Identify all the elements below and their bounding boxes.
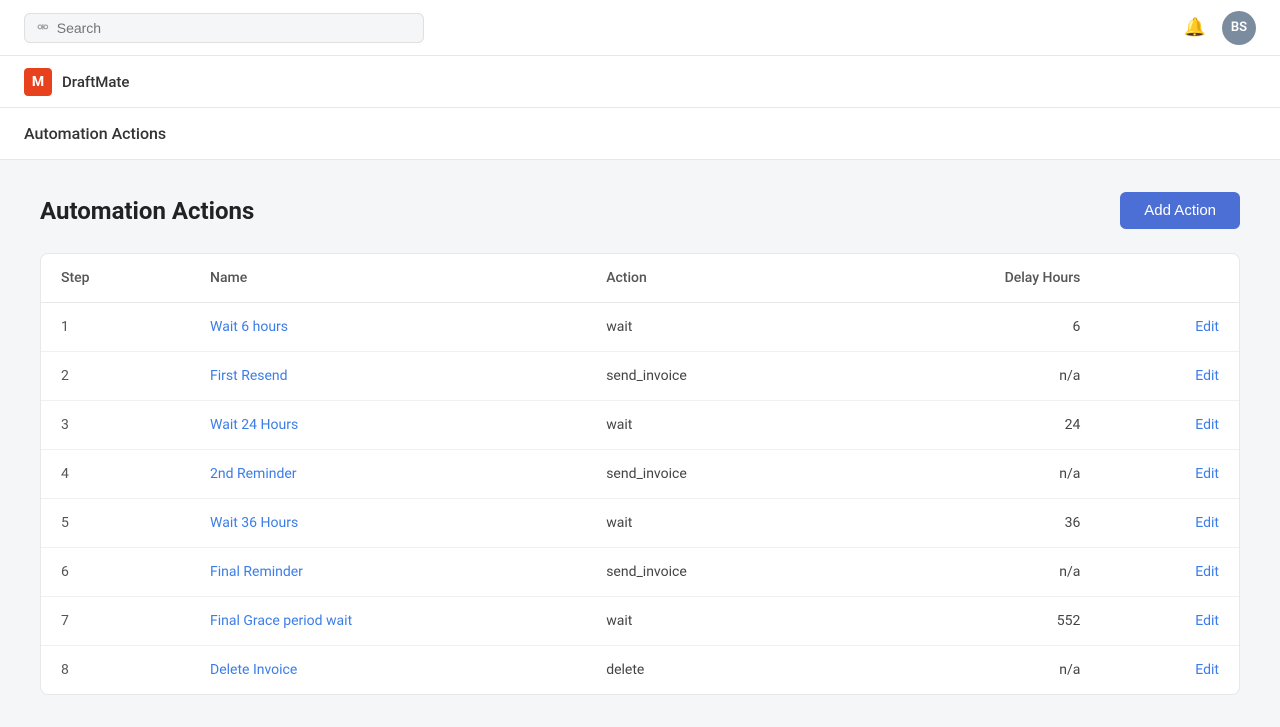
col-header-name: Name bbox=[190, 254, 586, 303]
table-body: 1 Wait 6 hours wait 6 Edit 2 First Resen… bbox=[41, 303, 1239, 695]
search-container: ⚮ bbox=[24, 13, 424, 43]
avatar[interactable]: BS bbox=[1222, 11, 1256, 45]
edit-link[interactable]: Edit bbox=[1195, 319, 1219, 335]
cell-name: Wait 24 Hours bbox=[190, 401, 586, 450]
table-row: 1 Wait 6 hours wait 6 Edit bbox=[41, 303, 1239, 352]
row-name-link[interactable]: Final Reminder bbox=[210, 564, 303, 580]
cell-action: send_invoice bbox=[586, 548, 848, 597]
cell-name: First Resend bbox=[190, 352, 586, 401]
row-name-link[interactable]: Wait 36 Hours bbox=[210, 515, 298, 531]
table-header: Step Name Action Delay Hours bbox=[41, 254, 1239, 303]
cell-edit: Edit bbox=[1100, 401, 1239, 450]
cell-action: wait bbox=[586, 303, 848, 352]
cell-name: Delete Invoice bbox=[190, 646, 586, 695]
edit-link[interactable]: Edit bbox=[1195, 368, 1219, 384]
cell-name: Final Grace period wait bbox=[190, 597, 586, 646]
search-icon: ⚮ bbox=[37, 20, 49, 36]
cell-edit: Edit bbox=[1100, 303, 1239, 352]
cell-step: 4 bbox=[41, 450, 190, 499]
cell-name: 2nd Reminder bbox=[190, 450, 586, 499]
cell-step: 6 bbox=[41, 548, 190, 597]
edit-link[interactable]: Edit bbox=[1195, 466, 1219, 482]
cell-name: Wait 36 Hours bbox=[190, 499, 586, 548]
add-action-button[interactable]: Add Action bbox=[1120, 192, 1240, 229]
edit-link[interactable]: Edit bbox=[1195, 564, 1219, 580]
row-name-link[interactable]: Wait 24 Hours bbox=[210, 417, 298, 433]
cell-action: send_invoice bbox=[586, 450, 848, 499]
cell-step: 7 bbox=[41, 597, 190, 646]
cell-step: 1 bbox=[41, 303, 190, 352]
cell-step: 5 bbox=[41, 499, 190, 548]
automation-actions-table: Step Name Action Delay Hours 1 Wait 6 ho… bbox=[41, 254, 1239, 694]
table-row: 2 First Resend send_invoice n/a Edit bbox=[41, 352, 1239, 401]
table-row: 4 2nd Reminder send_invoice n/a Edit bbox=[41, 450, 1239, 499]
content-header: Automation Actions Add Action bbox=[40, 192, 1240, 229]
cell-edit: Edit bbox=[1100, 499, 1239, 548]
edit-link[interactable]: Edit bbox=[1195, 613, 1219, 629]
cell-name: Final Reminder bbox=[190, 548, 586, 597]
cell-delay: 6 bbox=[848, 303, 1100, 352]
cell-action: delete bbox=[586, 646, 848, 695]
col-header-step: Step bbox=[41, 254, 190, 303]
brand-name: DraftMate bbox=[62, 73, 129, 91]
cell-step: 8 bbox=[41, 646, 190, 695]
row-name-link[interactable]: Wait 6 hours bbox=[210, 319, 288, 335]
row-name-link[interactable]: Delete Invoice bbox=[210, 662, 297, 678]
edit-link[interactable]: Edit bbox=[1195, 662, 1219, 678]
edit-link[interactable]: Edit bbox=[1195, 515, 1219, 531]
cell-delay: 552 bbox=[848, 597, 1100, 646]
page-heading: Automation Actions bbox=[40, 197, 254, 225]
col-header-delay: Delay Hours bbox=[848, 254, 1100, 303]
cell-delay: n/a bbox=[848, 450, 1100, 499]
cell-edit: Edit bbox=[1100, 352, 1239, 401]
breadcrumb-title: Automation Actions bbox=[24, 124, 166, 143]
table-row: 6 Final Reminder send_invoice n/a Edit bbox=[41, 548, 1239, 597]
cell-action: send_invoice bbox=[586, 352, 848, 401]
cell-name: Wait 6 hours bbox=[190, 303, 586, 352]
page-title-bar: Automation Actions bbox=[0, 108, 1280, 160]
table-row: 8 Delete Invoice delete n/a Edit bbox=[41, 646, 1239, 695]
col-header-action: Action bbox=[586, 254, 848, 303]
table-row: 5 Wait 36 Hours wait 36 Edit bbox=[41, 499, 1239, 548]
cell-delay: n/a bbox=[848, 352, 1100, 401]
main-content: Automation Actions Add Action Step Name … bbox=[0, 160, 1280, 727]
bell-icon[interactable]: 🔔 bbox=[1184, 17, 1206, 38]
automation-actions-table-container: Step Name Action Delay Hours 1 Wait 6 ho… bbox=[40, 253, 1240, 695]
row-name-link[interactable]: Final Grace period wait bbox=[210, 613, 352, 629]
table-row: 7 Final Grace period wait wait 552 Edit bbox=[41, 597, 1239, 646]
cell-edit: Edit bbox=[1100, 548, 1239, 597]
topbar: ⚮ 🔔 BS bbox=[0, 0, 1280, 56]
topbar-right: 🔔 BS bbox=[1184, 11, 1256, 45]
edit-link[interactable]: Edit bbox=[1195, 417, 1219, 433]
search-input[interactable] bbox=[57, 20, 411, 36]
cell-edit: Edit bbox=[1100, 646, 1239, 695]
cell-action: wait bbox=[586, 499, 848, 548]
cell-action: wait bbox=[586, 401, 848, 450]
cell-step: 2 bbox=[41, 352, 190, 401]
col-header-edit bbox=[1100, 254, 1239, 303]
cell-delay: n/a bbox=[848, 646, 1100, 695]
cell-delay: 24 bbox=[848, 401, 1100, 450]
cell-delay: 36 bbox=[848, 499, 1100, 548]
brandbar: M DraftMate bbox=[0, 56, 1280, 108]
cell-delay: n/a bbox=[848, 548, 1100, 597]
table-row: 3 Wait 24 Hours wait 24 Edit bbox=[41, 401, 1239, 450]
cell-edit: Edit bbox=[1100, 597, 1239, 646]
brand-logo: M bbox=[24, 68, 52, 96]
cell-action: wait bbox=[586, 597, 848, 646]
row-name-link[interactable]: First Resend bbox=[210, 368, 288, 384]
row-name-link[interactable]: 2nd Reminder bbox=[210, 466, 297, 482]
cell-step: 3 bbox=[41, 401, 190, 450]
cell-edit: Edit bbox=[1100, 450, 1239, 499]
